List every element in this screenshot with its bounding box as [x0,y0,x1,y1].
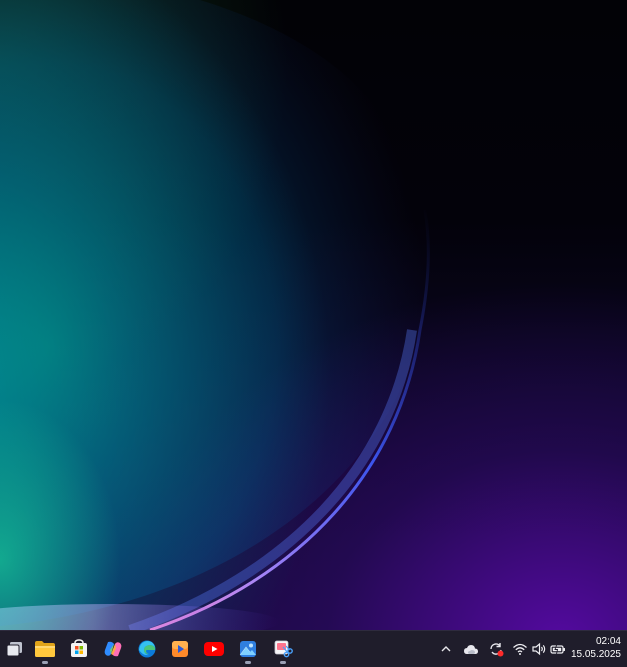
sync-tray-button[interactable] [487,640,505,658]
running-indicator [42,661,48,664]
taskbar-clock[interactable]: 02:04 15.05.2025 [561,635,621,661]
snipping-tool-icon [274,640,293,658]
copilot-icon [104,641,122,657]
chevron-up-icon [441,646,451,652]
task-view-icon [6,642,22,657]
volume-icon [532,642,546,656]
volume-tray-button[interactable] [530,640,548,658]
store-icon [71,639,87,657]
sync-alert-icon [490,643,504,657]
microsoft-store-button[interactable] [64,634,94,664]
file-explorer-button[interactable] [30,634,60,664]
edge-button[interactable] [132,634,162,664]
youtube-button[interactable] [199,634,229,664]
weather-tray-button[interactable] [462,640,480,658]
media-player-button[interactable] [165,634,195,664]
media-player-icon [172,641,188,657]
edge-icon [138,640,156,658]
photos-button[interactable] [233,634,263,664]
clock-time: 02:04 [595,636,621,647]
taskbar: 02:04 15.05.2025 [0,630,627,667]
photos-icon [239,641,256,657]
snipping-tool-button[interactable] [268,634,298,664]
wallpaper-bloom [0,0,430,630]
weather-cloud-icon [464,645,478,654]
desktop-wallpaper [0,0,627,630]
wifi-icon [513,643,527,655]
running-indicator [280,661,286,664]
youtube-icon [204,642,224,656]
running-indicator [245,661,251,664]
network-tray-button[interactable] [511,640,529,658]
task-view-button[interactable] [0,634,30,664]
folder-icon [35,641,55,657]
show-hidden-icons-button[interactable] [437,640,455,658]
copilot-button[interactable] [98,634,128,664]
clock-date: 15.05.2025 [570,649,621,660]
